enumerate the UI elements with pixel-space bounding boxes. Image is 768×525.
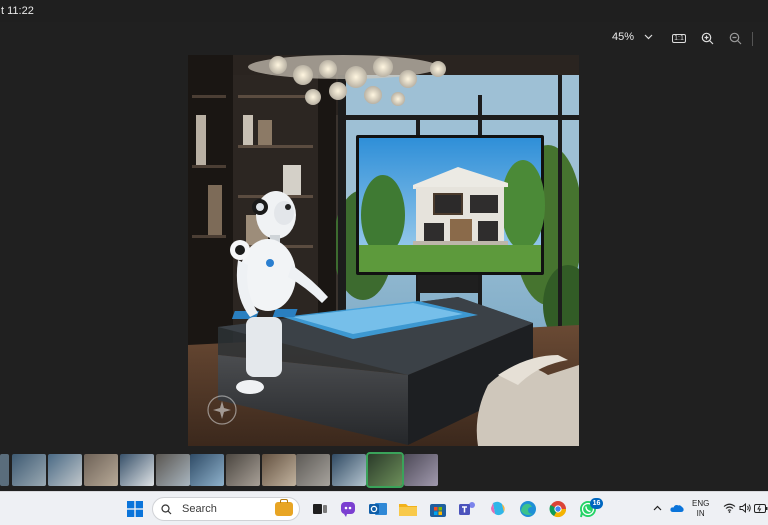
- actual-size-icon: 1:1: [672, 33, 686, 43]
- thumbnail[interactable]: [332, 454, 366, 486]
- language-line1: ENG: [692, 499, 710, 508]
- thumbnail[interactable]: [12, 454, 46, 486]
- thumbnail-selected[interactable]: [366, 452, 404, 488]
- copilot-app-icon[interactable]: [488, 499, 508, 519]
- toolbar-divider: [752, 32, 753, 46]
- search-placeholder: Search: [182, 503, 217, 515]
- battery-icon[interactable]: [754, 501, 768, 515]
- windows-start-icon[interactable]: [125, 499, 145, 519]
- thumbnail[interactable]: [156, 454, 190, 486]
- thumbnail[interactable]: [190, 454, 224, 486]
- zoom-control[interactable]: 45%: [612, 31, 653, 43]
- taskbar-search[interactable]: Search: [152, 497, 300, 521]
- thumbnail[interactable]: [84, 454, 118, 486]
- chevron-down-icon[interactable]: [644, 31, 653, 43]
- chrome-icon[interactable]: [548, 499, 568, 519]
- thumbnail[interactable]: [262, 454, 296, 486]
- zoom-level: 45%: [612, 31, 635, 43]
- copilot-icon[interactable]: [338, 499, 358, 519]
- thumbnail[interactable]: [120, 454, 154, 486]
- language-indicator[interactable]: ENG IN: [692, 499, 709, 519]
- thumbnail[interactable]: [404, 454, 438, 486]
- teams-icon[interactable]: [458, 499, 478, 519]
- thumbnail[interactable]: [48, 454, 82, 486]
- task-view-icon[interactable]: [310, 499, 330, 519]
- outlook-icon[interactable]: [368, 499, 388, 519]
- onedrive-icon[interactable]: [670, 501, 684, 515]
- wifi-icon[interactable]: [722, 501, 736, 515]
- viewer-toolbar: 45% 1:1: [0, 22, 768, 54]
- clock-text: t 11:22: [1, 5, 34, 17]
- main-image[interactable]: [188, 55, 579, 446]
- taskbar: Search ENG IN: [0, 491, 768, 525]
- file-explorer-icon[interactable]: [398, 499, 418, 519]
- title-bar: t 11:22: [0, 0, 768, 22]
- search-icon: [161, 503, 172, 514]
- thumbnail[interactable]: [226, 454, 260, 486]
- microsoft-store-icon[interactable]: [428, 499, 448, 519]
- actual-size-button[interactable]: 1:1: [671, 30, 687, 46]
- zoom-out-button[interactable]: [727, 30, 743, 46]
- zoom-in-button[interactable]: [699, 30, 715, 46]
- zoom-in-icon: [701, 32, 713, 44]
- volume-icon[interactable]: [738, 501, 752, 515]
- thumbnail[interactable]: [296, 454, 330, 486]
- filmstrip: [0, 451, 768, 491]
- chevron-up-icon[interactable]: [650, 501, 664, 515]
- thumbnail[interactable]: [0, 454, 9, 486]
- briefcase-widget-icon[interactable]: [275, 499, 293, 516]
- language-line2: IN: [696, 509, 705, 518]
- zoom-out-icon: [729, 32, 741, 44]
- notification-badge: 16: [590, 498, 603, 509]
- edge-icon[interactable]: [518, 499, 538, 519]
